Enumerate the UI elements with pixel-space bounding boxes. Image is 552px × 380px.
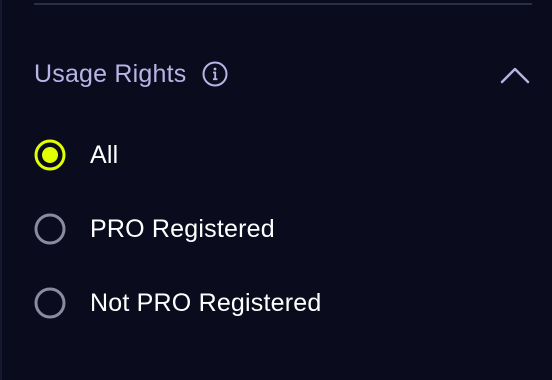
option-label: PRO Registered [90, 214, 275, 243]
usage-rights-panel: Usage Rights All PRO Registered Not PRO … [0, 0, 552, 380]
option-all[interactable]: All [34, 135, 514, 175]
usage-rights-options: All PRO Registered Not PRO Registered [34, 135, 514, 357]
usage-rights-header[interactable]: Usage Rights [34, 52, 532, 96]
option-not-pro-registered[interactable]: Not PRO Registered [34, 283, 514, 323]
info-icon[interactable] [202, 61, 228, 87]
option-label: Not PRO Registered [90, 288, 322, 317]
panel-edge [0, 0, 2, 380]
chevron-up-icon [500, 66, 530, 84]
radio-selected-icon[interactable] [34, 139, 66, 171]
section-title: Usage Rights [34, 59, 187, 88]
collapse-section-button[interactable] [498, 58, 532, 92]
option-label: All [90, 140, 119, 169]
section-divider [34, 3, 532, 5]
radio-unselected-icon[interactable] [34, 287, 66, 319]
option-pro-registered[interactable]: PRO Registered [34, 209, 514, 249]
radio-unselected-icon[interactable] [34, 213, 66, 245]
